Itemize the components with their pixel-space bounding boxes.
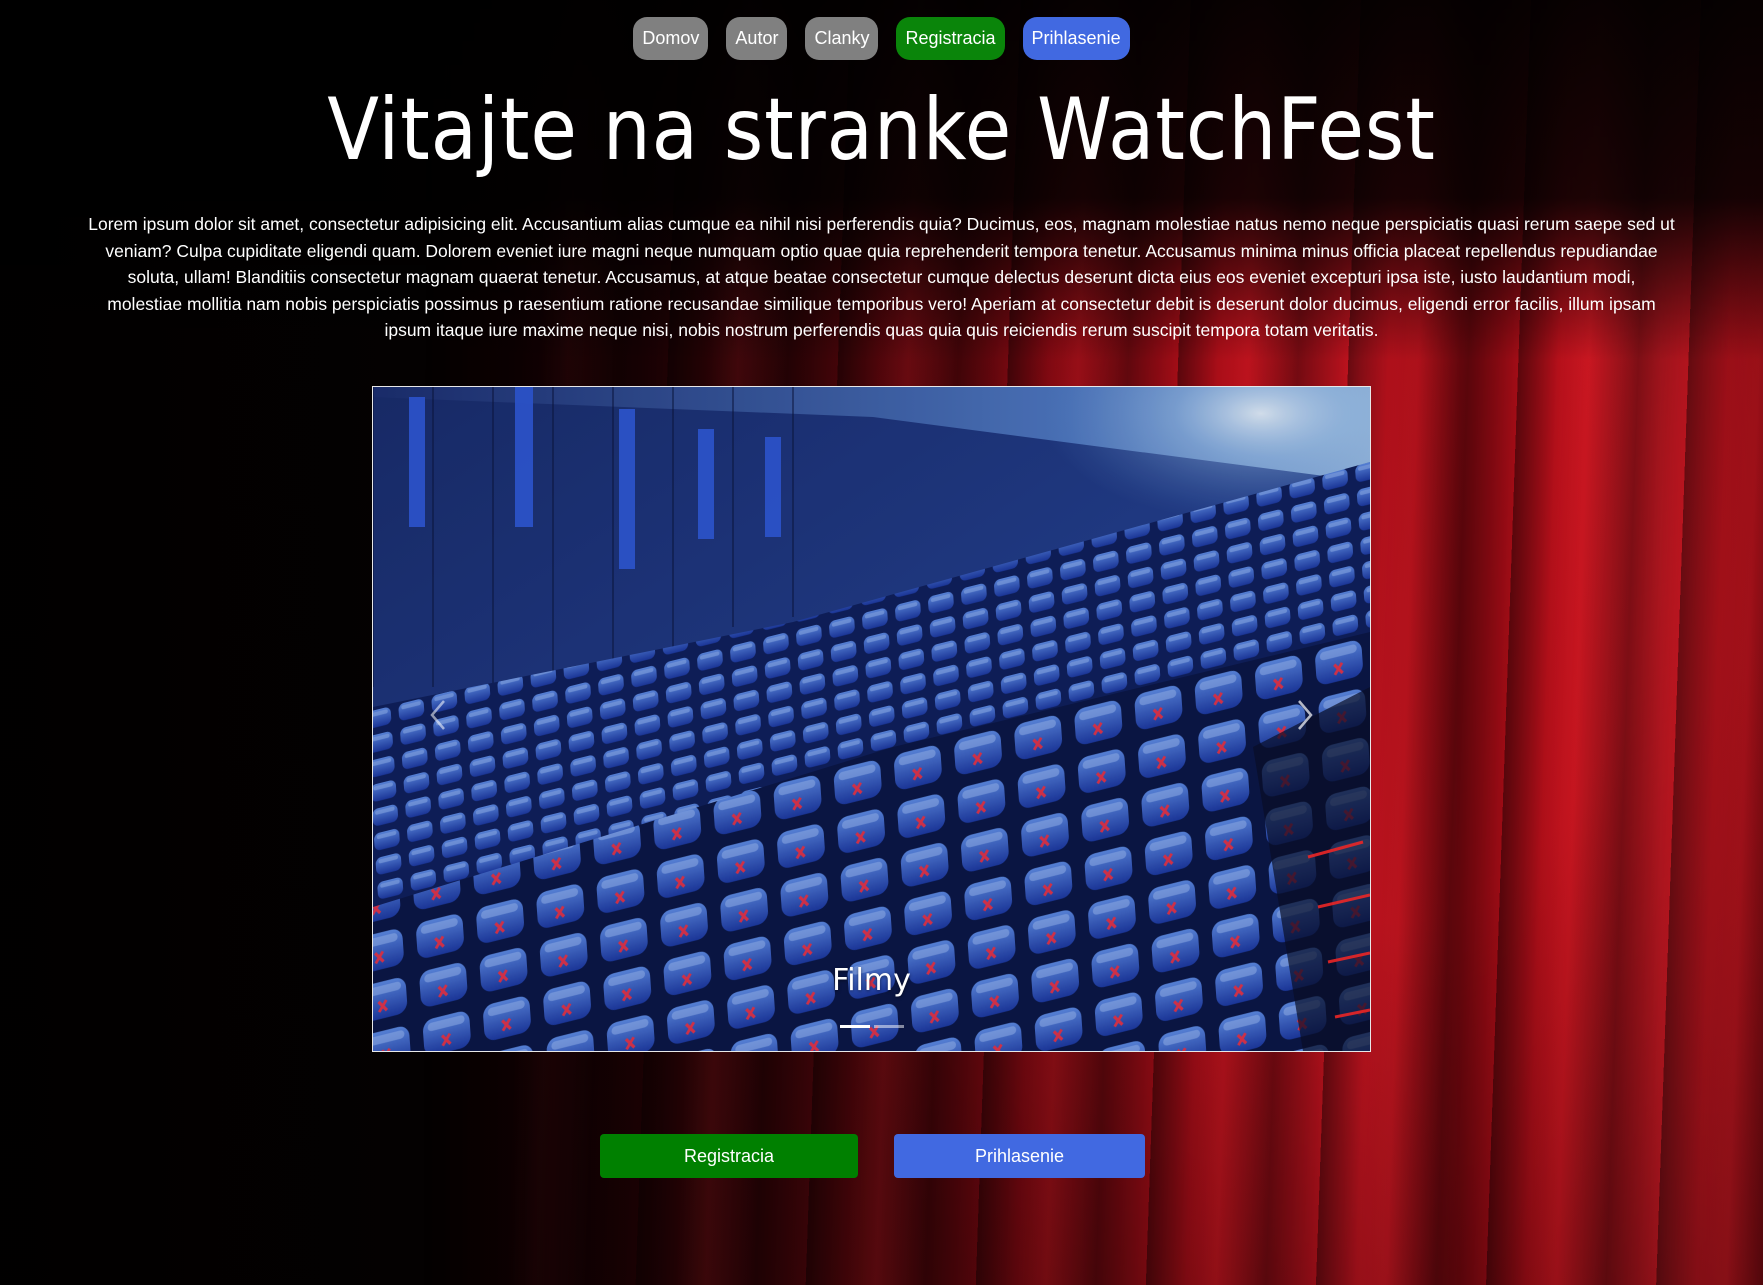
register-button[interactable]: Registracia (600, 1134, 858, 1178)
carousel-caption: Filmy (832, 963, 911, 998)
carousel-prev-button[interactable] (418, 685, 458, 745)
chevron-right-icon (1298, 700, 1313, 730)
cinema-seats-image (373, 387, 1370, 1051)
nav-login[interactable]: Prihlasenie (1022, 17, 1130, 60)
intro-paragraph: Lorem ipsum dolor sit amet, consectetur … (88, 214, 1675, 341)
chevron-left-icon (430, 700, 445, 730)
carousel-next-button[interactable] (1285, 685, 1325, 745)
top-navigation: Domov Autor Clanky Registracia Prihlasen… (0, 17, 1763, 60)
image-carousel[interactable]: Filmy (372, 386, 1371, 1052)
nav-register[interactable]: Registracia (896, 17, 1005, 60)
login-button[interactable]: Prihlasenie (894, 1134, 1145, 1178)
page-title: Vitajte na stranke WatchFest (327, 80, 1436, 180)
carousel-indicator-2[interactable] (873, 1025, 904, 1028)
nav-home[interactable]: Domov (633, 17, 709, 60)
carousel-indicators (373, 1025, 1370, 1028)
nav-author[interactable]: Autor (726, 17, 788, 60)
nav-articles[interactable]: Clanky (805, 17, 879, 60)
carousel-indicator-1[interactable] (839, 1025, 870, 1028)
